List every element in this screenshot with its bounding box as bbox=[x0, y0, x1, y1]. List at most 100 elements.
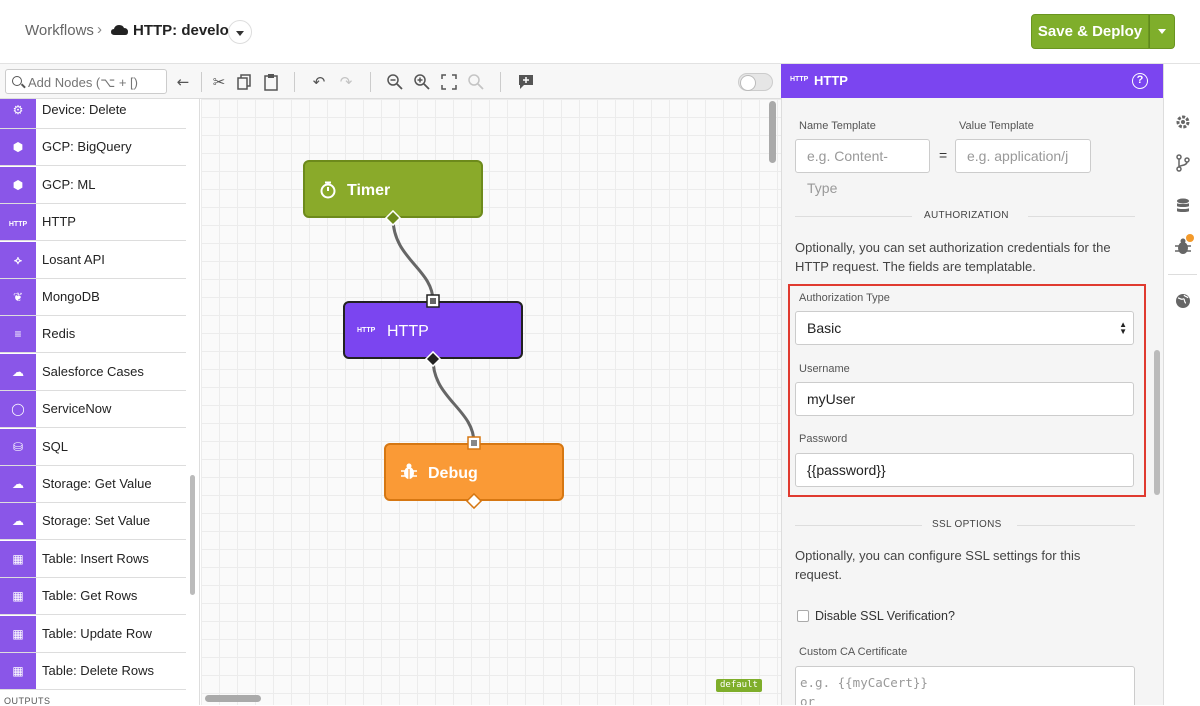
http-icon: HTTP bbox=[0, 204, 36, 241]
notification-badge bbox=[1186, 234, 1194, 242]
palette-item-label: Storage: Set Value bbox=[42, 513, 151, 529]
disable-ssl-label[interactable]: Disable SSL Verification? bbox=[815, 609, 955, 623]
password-input[interactable]: {{password}} bbox=[795, 453, 1134, 487]
deploy-options-button[interactable] bbox=[1149, 14, 1175, 49]
palette-item[interactable]: ▦ Table: Update Row bbox=[0, 615, 186, 653]
top-header: Workflows › HTTP: develop Save & Deploy bbox=[0, 0, 1200, 64]
palette-item-label: GCP: ML bbox=[42, 176, 96, 192]
undo-icon[interactable]: ↶ bbox=[310, 73, 328, 91]
leaf-icon: ❦ bbox=[0, 279, 36, 315]
authorization-type-label: Authorization Type bbox=[799, 292, 890, 304]
node-label: Timer bbox=[347, 182, 391, 199]
bug-icon bbox=[401, 463, 417, 479]
http-icon: HTTP bbox=[790, 76, 809, 83]
branch-icon[interactable] bbox=[1174, 154, 1192, 172]
hexagon-icon: ⬢ bbox=[0, 129, 36, 166]
save-deploy-button[interactable]: Save & Deploy bbox=[1031, 14, 1149, 49]
node-connections bbox=[391, 217, 476, 444]
panel-title: HTTP bbox=[814, 73, 848, 88]
help-icon[interactable]: ? bbox=[1132, 73, 1148, 89]
palette-item-label: ServiceNow bbox=[42, 401, 112, 417]
palette-item[interactable]: ▦ Table: Delete Rows bbox=[0, 653, 186, 690]
palette-item[interactable]: ☁ Salesforce Cases bbox=[0, 353, 186, 391]
cloud-icon: ☁ bbox=[0, 353, 36, 390]
input-port[interactable] bbox=[426, 294, 440, 308]
palette-item[interactable]: ▦ Table: Insert Rows bbox=[0, 540, 186, 578]
ssl-section-title: SSL OPTIONS bbox=[795, 519, 1135, 533]
node-config-panel: Name Template Value Template e.g. Conten… bbox=[781, 98, 1163, 705]
cloud-icon bbox=[111, 25, 128, 35]
palette-item-label: Redis bbox=[42, 326, 76, 342]
redo-icon[interactable]: ↷ bbox=[337, 73, 355, 91]
palette-item[interactable]: ▦ Table: Get Rows bbox=[0, 578, 186, 616]
palette-item[interactable]: ⟡ Losant API bbox=[0, 241, 186, 279]
losant-icon: ⟡ bbox=[0, 241, 36, 278]
equals-sign: = bbox=[939, 147, 948, 163]
toolbar-divider bbox=[500, 72, 501, 92]
output-port[interactable] bbox=[385, 210, 401, 226]
palette-item-label: Table: Get Rows bbox=[42, 588, 138, 604]
workflow-dropdown-button[interactable] bbox=[228, 20, 252, 44]
table-icon: ▦ bbox=[0, 540, 36, 577]
palette-item[interactable]: ⬢ GCP: ML bbox=[0, 166, 186, 204]
workflow-canvas[interactable]: Timer HTTP HTTP Debug default bbox=[201, 99, 781, 705]
palette-item[interactable]: ⬢ GCP: BigQuery bbox=[0, 129, 186, 167]
gear-icon[interactable] bbox=[1174, 113, 1192, 131]
add-comment-icon[interactable] bbox=[517, 73, 535, 91]
palette-item[interactable]: ≡ Redis bbox=[0, 316, 186, 354]
layers-icon: ≡ bbox=[0, 316, 36, 353]
zoom-out-icon[interactable] bbox=[386, 73, 404, 91]
copy-icon[interactable] bbox=[236, 73, 254, 91]
toolbar-divider bbox=[201, 72, 202, 92]
palette-item-label: MongoDB bbox=[42, 289, 100, 304]
arrow-left-icon[interactable]: ← bbox=[174, 73, 192, 91]
value-template-input[interactable]: e.g. application/j bbox=[955, 139, 1091, 173]
username-input[interactable]: myUser bbox=[795, 382, 1134, 416]
canvas-horizontal-scrollbar[interactable] bbox=[205, 695, 261, 702]
custom-ca-textarea[interactable]: e.g. {{myCaCert}} or bbox=[795, 666, 1135, 705]
fit-to-screen-icon[interactable] bbox=[440, 73, 458, 91]
authorization-type-select[interactable]: Basic ▲ ▼ bbox=[795, 311, 1134, 345]
panel-scrollbar[interactable] bbox=[1154, 350, 1160, 495]
zoom-in-icon[interactable] bbox=[413, 73, 431, 91]
table-icon: ▦ bbox=[0, 615, 36, 652]
palette-scrollbar[interactable] bbox=[190, 475, 195, 595]
authorization-section-title: AUTHORIZATION bbox=[795, 210, 1135, 224]
palette-item[interactable]: HTTP HTTP bbox=[0, 204, 186, 242]
breadcrumb-workflows[interactable]: Workflows bbox=[25, 22, 94, 39]
add-nodes-search[interactable] bbox=[5, 69, 167, 94]
select-arrows-icon: ▲ ▼ bbox=[1119, 320, 1127, 336]
output-port[interactable] bbox=[425, 351, 441, 367]
name-template-label: Name Template bbox=[799, 120, 876, 132]
palette-item-label: Table: Update Row bbox=[42, 625, 152, 641]
disable-ssl-checkbox[interactable] bbox=[797, 610, 809, 622]
palette-item[interactable]: ☁ Storage: Set Value bbox=[0, 503, 186, 541]
paste-icon[interactable] bbox=[262, 73, 280, 91]
globe-icon[interactable] bbox=[1174, 292, 1192, 310]
default-badge: default bbox=[716, 679, 762, 692]
chip-icon: ⚙ bbox=[0, 99, 36, 128]
palette-item[interactable]: ⛁ SQL bbox=[0, 428, 186, 466]
node-label: Debug bbox=[428, 465, 478, 482]
panel-header: HTTP HTTP ? bbox=[781, 64, 1163, 98]
toolbar-divider bbox=[370, 72, 371, 92]
canvas-toggle[interactable] bbox=[738, 73, 773, 91]
cut-icon[interactable]: ✂ bbox=[210, 73, 228, 91]
palette-item[interactable]: ⚙ Device: Delete bbox=[0, 99, 186, 129]
canvas-vertical-scrollbar[interactable] bbox=[769, 101, 776, 163]
add-nodes-input[interactable] bbox=[28, 73, 164, 91]
palette-item-label: Device: Delete bbox=[42, 102, 127, 117]
database-icon[interactable] bbox=[1174, 197, 1192, 215]
authorization-type-value: Basic bbox=[807, 320, 842, 336]
http-icon: HTTP bbox=[357, 327, 376, 334]
right-rail bbox=[1163, 64, 1200, 705]
input-port[interactable] bbox=[467, 436, 481, 450]
table-icon: ▦ bbox=[0, 578, 36, 615]
palette-item[interactable]: ☁ Storage: Get Value bbox=[0, 466, 186, 503]
zoom-reset-icon[interactable] bbox=[467, 73, 485, 91]
ssl-description: Optionally, you can configure SSL settin… bbox=[795, 548, 1081, 582]
palette-item[interactable]: ◯ ServiceNow bbox=[0, 391, 186, 429]
name-template-input[interactable]: e.g. Content-Type bbox=[795, 139, 930, 196]
output-port[interactable] bbox=[466, 493, 482, 509]
palette-item[interactable]: ❦ MongoDB bbox=[0, 279, 186, 316]
